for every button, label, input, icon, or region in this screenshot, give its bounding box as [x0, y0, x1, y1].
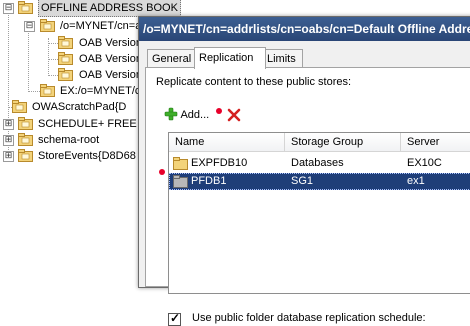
- public-stores-list[interactable]: Name Storage Group Server EXPFDB10 Datab…: [168, 132, 470, 294]
- schedule-label: Use public folder database replication s…: [192, 312, 426, 324]
- tree-item-label: OAB Version: [79, 37, 142, 49]
- tree-item-label: SCHEDULE+ FREE B: [38, 118, 148, 130]
- tree-item-label: schema-root: [38, 134, 100, 146]
- row-storage-group: Databases: [291, 157, 344, 169]
- column-header-server[interactable]: Server: [401, 133, 470, 152]
- replicate-label: Replicate content to these public stores…: [156, 76, 352, 88]
- tree-connector: [28, 91, 40, 92]
- dialog-title[interactable]: /o=MYNET/cn=addrlists/cn=oabs/cn=Default…: [139, 17, 470, 41]
- add-icon: [164, 107, 178, 121]
- database-folder-icon: [173, 175, 188, 188]
- tree-item-label: EX:/o=MYNET/c: [60, 85, 141, 97]
- tab-general[interactable]: General: [147, 49, 197, 68]
- column-header-storage-group[interactable]: Storage Group: [285, 133, 401, 152]
- collapse-icon[interactable]: ⊟: [24, 21, 35, 32]
- public-folder-icon: [40, 19, 55, 32]
- row-name: PFDB1: [191, 175, 227, 187]
- remove-icon[interactable]: [226, 107, 242, 123]
- expand-icon[interactable]: ⊞: [3, 135, 14, 146]
- tree-item-label: OAB Version: [79, 69, 142, 81]
- public-folder-icon: [18, 133, 33, 146]
- check-icon: ✓: [170, 311, 181, 325]
- expand-icon[interactable]: ⊞: [3, 151, 14, 162]
- tab-replication[interactable]: Replication: [194, 47, 266, 69]
- column-header-name[interactable]: Name: [169, 133, 285, 152]
- row-name: EXPFDB10: [191, 157, 248, 169]
- annotation-dot: [216, 108, 222, 114]
- add-button-label: Add...: [180, 109, 210, 121]
- tab-limits[interactable]: Limits: [262, 49, 303, 68]
- public-folder-icon: [58, 52, 73, 65]
- database-folder-icon: [173, 157, 188, 170]
- public-folder-icon: [12, 100, 27, 113]
- tree-connector: [28, 22, 29, 90]
- public-folder-icon: [18, 1, 33, 14]
- tree-item-label: OWAScratchPad{D: [32, 101, 127, 113]
- tree-item-label: OAB Version: [79, 53, 142, 65]
- tree-connector: [8, 6, 9, 156]
- public-folder-icon: [18, 149, 33, 162]
- expand-icon[interactable]: ⊞: [3, 119, 14, 130]
- checkbox-box[interactable]: ✓: [168, 311, 181, 326]
- tree-item-label: StoreEvents{D8D68: [38, 150, 136, 162]
- replication-panel: Replicate content to these public stores…: [145, 67, 470, 326]
- public-folder-icon: [18, 117, 33, 130]
- add-button[interactable]: Add...: [164, 106, 209, 124]
- row-server: ex1: [407, 175, 425, 187]
- collapse-icon[interactable]: ⊟: [3, 3, 14, 14]
- public-folder-icon: [58, 68, 73, 81]
- public-folder-icon: [58, 36, 73, 49]
- row-storage-group: SG1: [291, 175, 314, 187]
- list-row[interactable]: EXPFDB10 Databases EX10C: [169, 155, 470, 172]
- properties-dialog: /o=MYNET/cn=addrlists/cn=oabs/cn=Default…: [138, 16, 470, 326]
- row-server: EX10C: [407, 157, 442, 169]
- list-row[interactable]: PFDB1 SG1 ex1: [169, 173, 470, 190]
- public-folder-icon: [40, 84, 55, 97]
- tree-item-label: OFFLINE ADDRESS BOOK: [38, 0, 181, 17]
- tree-item-label: /o=MYNET/cn=a: [60, 20, 142, 32]
- annotation-dot: [159, 169, 165, 175]
